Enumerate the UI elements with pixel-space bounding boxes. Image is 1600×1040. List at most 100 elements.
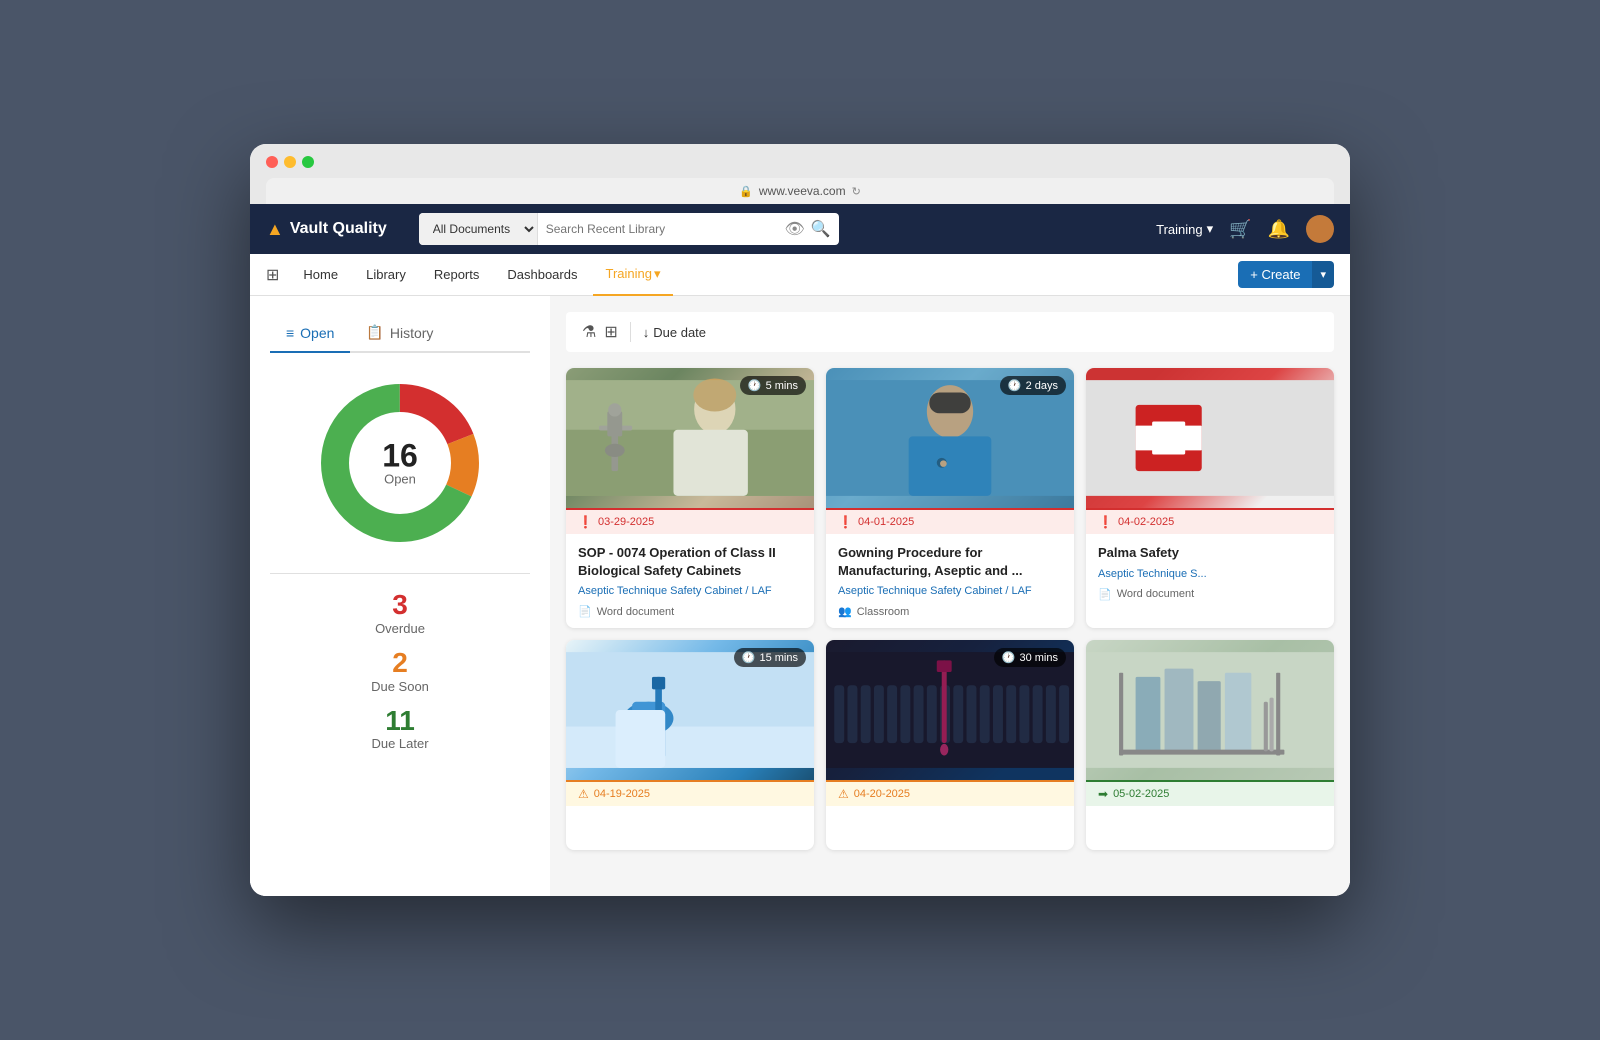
- card-3-type: 📄 Word document: [1098, 588, 1322, 601]
- card-1-time-badge: 🕐 5 mins: [740, 376, 806, 395]
- nav-dashboards[interactable]: Dashboards: [495, 254, 589, 296]
- overdue-icon: ❗: [578, 515, 593, 529]
- card-1-title: SOP - 0074 Operation of Class II Biologi…: [578, 544, 802, 579]
- card-6[interactable]: ➡ 05-02-2025: [1086, 640, 1334, 850]
- app: ▲ Vault Quality All Documents 👁 🔍 Traini…: [250, 204, 1350, 896]
- search-icons: 👁 🔍: [777, 219, 839, 239]
- card-6-date: 05-02-2025: [1113, 788, 1169, 800]
- dot-green[interactable]: [302, 156, 314, 168]
- grid-apps-icon[interactable]: ⊞: [266, 265, 279, 285]
- search-select[interactable]: All Documents: [419, 213, 538, 245]
- avatar[interactable]: [1306, 215, 1334, 243]
- card-3-date-bar: ❗ 04-02-2025: [1086, 508, 1334, 534]
- card-4-date: 04-19-2025: [594, 788, 650, 800]
- logo-text: Vault Quality: [290, 220, 387, 238]
- card-4-title: [578, 816, 802, 834]
- card-5-title: [838, 816, 1062, 834]
- nav-training[interactable]: Training ▾: [593, 254, 672, 296]
- training-nav-btn[interactable]: Training ▾: [1156, 221, 1213, 237]
- nav-reports[interactable]: Reports: [422, 254, 492, 296]
- tab-open[interactable]: ≡ Open: [270, 316, 350, 353]
- card-3-illustration: [1086, 368, 1334, 508]
- stat-overdue: 3 Overdue: [270, 590, 530, 636]
- due-soon-label: Due Soon: [270, 679, 530, 694]
- card-2-type: 👥 Classroom: [838, 605, 1062, 618]
- search-icon[interactable]: 🔍: [811, 219, 831, 239]
- view-tabs: ≡ Open 📋 History: [270, 316, 530, 353]
- donut-label: Open: [382, 472, 418, 487]
- due-later-label: Due Later: [270, 736, 530, 751]
- nav-right: Training ▾ 🛒 🔔: [1156, 215, 1334, 243]
- create-button[interactable]: + Create: [1238, 261, 1312, 288]
- divider-1: [270, 573, 530, 574]
- cards-grid: 🕐 5 mins ❗ 03-29-2025 SOP - 0074 Operati…: [566, 368, 1334, 850]
- clock-icon: 📋: [366, 324, 383, 341]
- cart-icon[interactable]: 🛒: [1229, 219, 1251, 240]
- card-4-image: 🕐 15 mins: [566, 640, 814, 780]
- warning-icon: ⚠: [838, 787, 849, 801]
- secondary-nav: ⊞ Home Library Reports Dashboards Traini…: [250, 254, 1350, 296]
- list-icon: ≡: [286, 325, 294, 341]
- card-3-image: [1086, 368, 1334, 508]
- chart-container: 16 Open: [270, 373, 530, 553]
- donut-center: 16 Open: [382, 440, 418, 487]
- card-4[interactable]: 🕐 15 mins ⚠ 04-19-2025: [566, 640, 814, 850]
- clock-icon: 🕐: [742, 651, 756, 664]
- reload-icon[interactable]: ↻: [852, 185, 861, 198]
- logo[interactable]: ▲ Vault Quality: [266, 219, 387, 240]
- card-1[interactable]: 🕐 5 mins ❗ 03-29-2025 SOP - 0074 Operati…: [566, 368, 814, 628]
- sort-arrow-icon: ↓: [643, 325, 650, 340]
- logo-icon: ▲: [266, 219, 284, 240]
- card-3[interactable]: ❗ 04-02-2025 Palma Safety Aseptic Techni…: [1086, 368, 1334, 628]
- toolbar: ⚗ ⊞ ↓ Due date: [566, 312, 1334, 352]
- card-2-date: 04-01-2025: [858, 516, 914, 528]
- browser-chrome: 🔒 www.veeva.com ↻: [250, 144, 1350, 204]
- card-5-image: 🕐 30 mins: [826, 640, 1074, 780]
- preview-icon[interactable]: 👁: [785, 219, 805, 239]
- content-area: ≡ Open 📋 History: [250, 296, 1350, 896]
- card-2[interactable]: 🕐 2 days ❗ 04-01-2025 Gowning Procedure …: [826, 368, 1074, 628]
- filter-icon[interactable]: ⚗: [582, 322, 596, 342]
- nav-home[interactable]: Home: [291, 254, 350, 296]
- clock-icon: 🕐: [748, 379, 762, 392]
- overdue-icon: ❗: [838, 515, 853, 529]
- card-5-time-badge: 🕐 30 mins: [994, 648, 1066, 667]
- card-2-body: Gowning Procedure for Manufacturing, Ase…: [826, 534, 1074, 628]
- browser-window: 🔒 www.veeva.com ↻ ▲ Vault Quality All Do…: [250, 144, 1350, 896]
- bell-icon[interactable]: 🔔: [1268, 219, 1290, 240]
- top-nav: ▲ Vault Quality All Documents 👁 🔍 Traini…: [250, 204, 1350, 254]
- due-soon-number: 2: [270, 648, 530, 679]
- card-3-body: Palma Safety Aseptic Technique S... 📄 Wo…: [1086, 534, 1334, 611]
- overdue-icon: ❗: [1098, 515, 1113, 529]
- search-bar: All Documents 👁 🔍: [419, 213, 839, 245]
- create-dropdown-button[interactable]: ▾: [1312, 261, 1334, 288]
- left-sidebar: ≡ Open 📋 History: [250, 296, 550, 896]
- search-input[interactable]: [538, 222, 777, 236]
- card-5-date-bar: ⚠ 04-20-2025: [826, 780, 1074, 806]
- card-2-category[interactable]: Aseptic Technique Safety Cabinet / LAF: [838, 585, 1062, 597]
- clock-icon: 🕐: [1008, 379, 1022, 392]
- lock-icon: 🔒: [739, 185, 753, 198]
- sort-btn[interactable]: ↓ Due date: [643, 325, 706, 340]
- card-1-body: SOP - 0074 Operation of Class II Biologi…: [566, 534, 814, 628]
- tab-history[interactable]: 📋 History: [350, 316, 449, 353]
- card-3-category[interactable]: Aseptic Technique S...: [1098, 568, 1322, 580]
- sort-label-text: Due date: [653, 325, 706, 340]
- doc-icon: 📄: [578, 605, 592, 618]
- overdue-number: 3: [270, 590, 530, 621]
- card-5-date: 04-20-2025: [854, 788, 910, 800]
- due-later-number: 11: [270, 706, 530, 737]
- donut-number: 16: [382, 440, 418, 472]
- chevron-down-icon: ▾: [1207, 221, 1214, 237]
- create-btn-group: + Create ▾: [1238, 261, 1334, 288]
- dot-red[interactable]: [266, 156, 278, 168]
- card-2-title: Gowning Procedure for Manufacturing, Ase…: [838, 544, 1062, 579]
- nav-library[interactable]: Library: [354, 254, 418, 296]
- card-2-image: 🕐 2 days: [826, 368, 1074, 508]
- card-6-illustration: [1086, 640, 1334, 780]
- card-4-date-bar: ⚠ 04-19-2025: [566, 780, 814, 806]
- dot-yellow[interactable]: [284, 156, 296, 168]
- card-1-category[interactable]: Aseptic Technique Safety Cabinet / LAF: [578, 585, 802, 597]
- grid-view-icon[interactable]: ⊞: [604, 322, 617, 342]
- card-5[interactable]: 🕐 30 mins ⚠ 04-20-2025: [826, 640, 1074, 850]
